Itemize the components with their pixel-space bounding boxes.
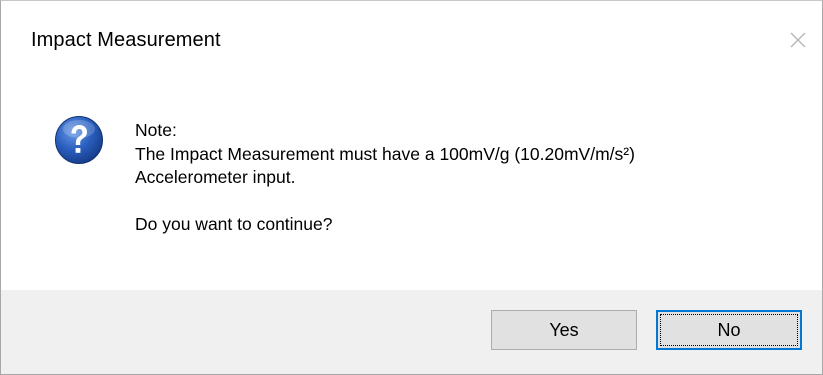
question-icon [54, 115, 104, 165]
message-dialog: Impact Measurement Note: The Impact Meas… [0, 0, 823, 375]
message-line-input: Accelerometer input. [135, 167, 296, 187]
button-bar: Yes No [1, 290, 822, 374]
close-button[interactable] [781, 23, 815, 57]
title-bar[interactable]: Impact Measurement [1, 1, 822, 83]
message-line-question: Do you want to continue? [135, 214, 333, 234]
close-icon [790, 32, 806, 48]
message-text: Note: The Impact Measurement must have a… [135, 119, 805, 237]
message-line-note: Note: [135, 120, 177, 140]
message-line-requirement: The Impact Measurement must have a 100mV… [135, 143, 635, 164]
no-button[interactable]: No [656, 310, 802, 350]
message-spacer [135, 190, 805, 214]
yes-button[interactable]: Yes [491, 310, 637, 350]
dialog-title: Impact Measurement [31, 29, 221, 51]
dialog-body: Note: The Impact Measurement must have a… [1, 83, 822, 290]
